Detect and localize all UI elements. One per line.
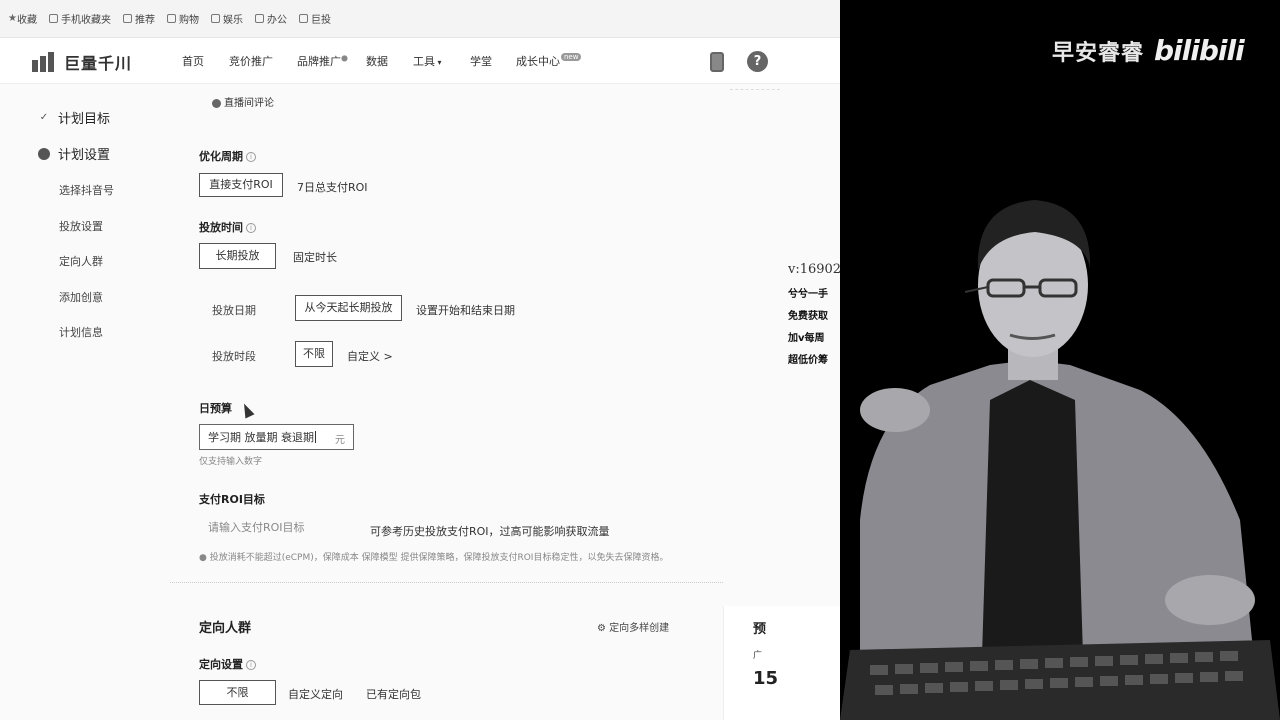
- bookmarks-bar: ★ 收藏 手机收藏夹 推荐 购物 娱乐 办公 巨投: [0, 0, 840, 38]
- sidebar-item-info[interactable]: 计划信息: [59, 324, 103, 340]
- check-icon: ✓: [39, 112, 49, 123]
- info-icon[interactable]: i: [246, 223, 256, 233]
- nav-growth[interactable]: 成长中心 new: [516, 53, 582, 69]
- budget-label: 日预算: [199, 402, 232, 415]
- audience-unlimited[interactable]: 不限: [199, 680, 276, 705]
- budget-unit: 元: [335, 435, 345, 446]
- bookmark-item[interactable]: 娱乐: [210, 11, 243, 26]
- date-label: 投放日期: [212, 304, 256, 317]
- sidebar-item-audience[interactable]: 定向人群: [59, 253, 103, 269]
- audience-title: 定向人群: [199, 621, 252, 636]
- preview-number: 15: [753, 668, 779, 689]
- presenter-image: [840, 0, 1280, 720]
- bookmark-icon: [166, 14, 176, 23]
- contact-lines: 兮兮一手 免费获取 加v每周 超低价筹: [788, 287, 840, 375]
- bookmark-icon: [210, 14, 220, 23]
- logo-icon: [32, 52, 58, 72]
- bilibili-logo: bilibili: [1154, 34, 1245, 67]
- help-icon[interactable]: ?: [747, 51, 768, 72]
- roi-label: 支付ROI目标: [199, 493, 265, 506]
- preview-panel: 预 广 15: [723, 606, 840, 720]
- main-content: 直播间评论 优化周期 i 直接支付ROI 7日总支付ROI 投放时间 i 长期投放 …: [170, 84, 840, 720]
- schedule-long-term[interactable]: 长期投放: [199, 243, 276, 269]
- webcam-overlay: [840, 0, 1280, 720]
- new-badge: new: [561, 53, 582, 61]
- time-label: 投放时段: [212, 350, 256, 363]
- date-from-today[interactable]: 从今天起长期投放: [295, 295, 402, 321]
- time-unlimited[interactable]: 不限: [295, 341, 333, 367]
- optimize-direct-roi[interactable]: 直接支付ROI: [199, 173, 283, 197]
- nav-data[interactable]: 数据: [366, 53, 388, 69]
- dot-icon: ●: [341, 53, 348, 63]
- contact-line: 免费获取: [788, 311, 828, 322]
- chevron-down-icon: ▾: [435, 58, 442, 67]
- sidebar-plan-goal[interactable]: ✓ 计划目标: [38, 108, 110, 127]
- phone-icon: [48, 14, 58, 23]
- mobile-icon[interactable]: [710, 52, 724, 72]
- audience-custom[interactable]: 自定义定向: [288, 686, 343, 702]
- bookmark-item[interactable]: 购物: [166, 11, 199, 26]
- comment-icon: [212, 98, 221, 108]
- brand-name: 巨量千川: [64, 54, 133, 73]
- bookmark-item[interactable]: 办公: [254, 11, 287, 26]
- audience-settings-label: 定向设置 i: [199, 656, 256, 672]
- schedule-fixed[interactable]: 固定时长: [293, 249, 337, 265]
- contact-line: 兮兮一手: [788, 289, 828, 300]
- roi-tip: 可参考历史投放支付ROI，过高可能影响获取流量: [370, 525, 610, 538]
- bookmark-icon: [298, 14, 308, 23]
- contact-id: v:1690259689: [788, 262, 840, 277]
- live-comment-option[interactable]: 直播间评论: [212, 94, 274, 109]
- channel-watermark: 早安睿睿 bilibili: [1052, 34, 1245, 67]
- sidebar-item-delivery[interactable]: 投放设置: [59, 218, 103, 234]
- gear-icon: ⚙: [597, 623, 610, 634]
- sidebar: ✓ 计划目标 计划设置 选择抖音号 投放设置 定向人群 添加创意 计划信息: [0, 84, 170, 720]
- watermark-channel-name: 早安睿睿: [1052, 40, 1145, 66]
- budget-input[interactable]: 学习期 放量期 衰退期 元: [199, 424, 354, 450]
- time-custom[interactable]: 自定义 >: [347, 348, 393, 364]
- info-icon[interactable]: i: [246, 660, 256, 670]
- bookmark-item[interactable]: ★ 收藏: [8, 11, 37, 26]
- bookmark-icon: [122, 14, 132, 23]
- nav-brand[interactable]: 品牌推广●: [297, 53, 348, 69]
- bookmark-item[interactable]: 手机收藏夹: [48, 11, 111, 26]
- contact-line: 超低价筹: [788, 355, 828, 366]
- bookmark-icon: [254, 14, 264, 23]
- multi-create-button[interactable]: ⚙ 定向多样创建: [597, 619, 669, 634]
- nav-tools[interactable]: 工具 ▾: [413, 53, 442, 69]
- bookmark-item[interactable]: 巨投: [298, 11, 331, 26]
- optimize-7day-roi[interactable]: 7日总支付ROI: [297, 179, 368, 195]
- info-icon[interactable]: i: [246, 152, 256, 162]
- sidebar-item-douyin[interactable]: 选择抖音号: [59, 182, 114, 198]
- roi-note: ● 投放消耗不能超过(eCPM)，保障成本 保障模型 提供保障策略，保障投放支付…: [199, 553, 669, 563]
- nav-home[interactable]: 首页: [182, 53, 204, 69]
- nav-learn[interactable]: 学堂: [470, 53, 492, 69]
- sidebar-item-creative[interactable]: 添加创意: [59, 289, 103, 305]
- active-step-icon: [38, 147, 50, 160]
- schedule-label: 投放时间 i: [199, 219, 256, 235]
- browser-window: ★ 收藏 手机收藏夹 推荐 购物 娱乐 办公 巨投 巨量千川 首页 竞价推广 品牌…: [0, 0, 840, 720]
- contact-line: 加v每周: [788, 333, 825, 344]
- preview-sub: 广: [753, 651, 763, 661]
- brand-logo[interactable]: 巨量千川: [32, 50, 132, 74]
- star-icon: ★: [8, 13, 17, 24]
- preview-title: 预: [753, 622, 767, 637]
- contact-overlay: v:1690259689: [788, 262, 840, 277]
- budget-hint: 仅支持输入数字: [199, 457, 263, 467]
- nav-bidding[interactable]: 竞价推广: [229, 53, 273, 69]
- sidebar-plan-settings[interactable]: 计划设置: [38, 144, 110, 163]
- audience-package[interactable]: 已有定向包: [366, 686, 421, 702]
- text-caret: [315, 431, 316, 443]
- optimize-period-label: 优化周期 i: [199, 148, 256, 164]
- bookmark-item[interactable]: 推荐: [122, 11, 155, 26]
- roi-input[interactable]: 请输入支付ROI目标: [199, 516, 354, 540]
- date-set-range[interactable]: 设置开始和结束日期: [416, 302, 515, 318]
